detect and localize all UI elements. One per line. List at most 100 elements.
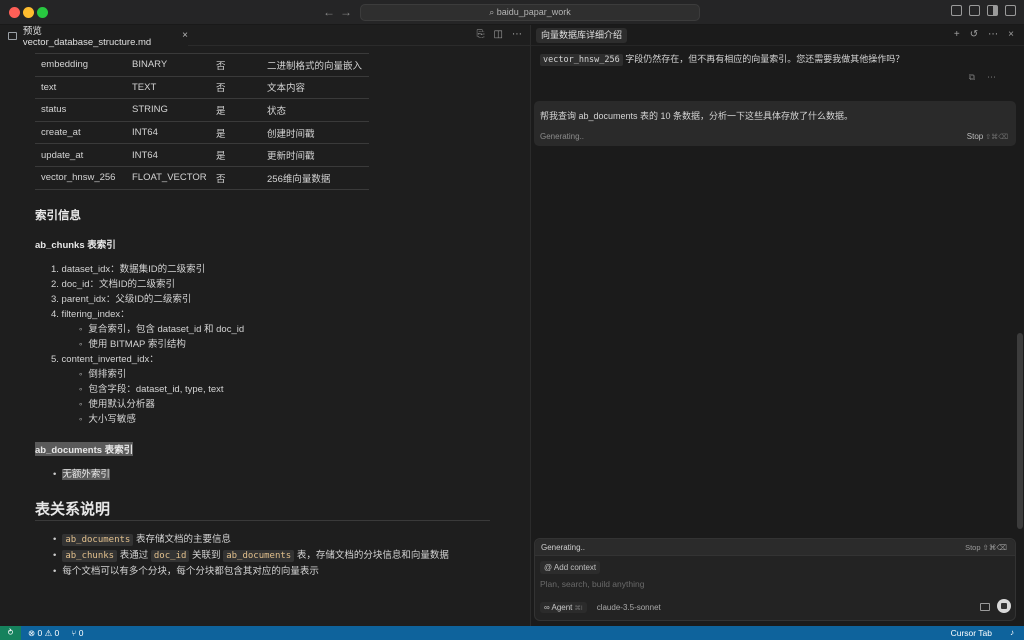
toggle-secondary-sidebar-icon[interactable] <box>987 5 998 16</box>
image-icon[interactable] <box>980 603 990 611</box>
user-message-card[interactable]: 帮我查询 ab_documents 表的 10 条数据，分析一下这些具体存放了什… <box>534 101 1016 146</box>
table-cell: INT64 <box>126 121 210 145</box>
heading-divider <box>35 520 490 521</box>
list-text: 关联到 <box>189 550 224 561</box>
table-cell: 否 <box>210 53 261 77</box>
inline-code: doc_id <box>150 550 190 562</box>
chat-composer: Generating.. Stop ⇧⌘⌫ @ Add context ∞ Ag… <box>534 538 1016 621</box>
user-query: 帮我查询 ab_documents 表的 10 条数据，分析一下这些具体存放了什… <box>540 111 854 121</box>
table-cell: 文本内容 <box>261 76 369 100</box>
list-text: 表存储文档的主要信息 <box>133 534 231 545</box>
inline-code: ab_documents <box>62 534 134 546</box>
close-icon[interactable]: × <box>1008 29 1014 40</box>
stop-shortcut: ⇧⌘⌫ <box>985 134 1008 141</box>
generating-status: Generating.. <box>540 132 585 141</box>
table-row: status STRING 是状态 <box>35 98 369 122</box>
list-item: ab_documents 表存储文档的主要信息 <box>53 531 231 546</box>
remote-indicator-icon[interactable]: ⥁ <box>0 626 21 640</box>
table-cell: BINARY <box>126 53 210 77</box>
agent-shortcut: ⌘I <box>574 605 583 612</box>
fields-table: embedding BINARY 否二进制格式的向量嵌入 text TEXT 否文本内容 s… <box>35 53 369 190</box>
table-row: update_at INT64 是更新时间戳 <box>35 143 369 167</box>
table-cell: 是 <box>210 98 261 122</box>
cursor-tab-status[interactable]: Cursor Tab <box>951 628 992 638</box>
agent-mode-select[interactable]: ∞ Agent ⌘I <box>540 602 587 613</box>
search-icon: ⌕ <box>489 7 497 17</box>
table-cell: 是 <box>210 121 261 145</box>
command-center-search[interactable]: ⌕ baidu_papar_work <box>360 4 700 21</box>
list-item: 1. dataset_idx：数据集ID的二级索引 <box>51 264 206 275</box>
table-cell: 二进制格式的向量嵌入 <box>261 53 369 77</box>
markdown-preview: embedding BINARY 否二进制格式的向量嵌入 text TEXT 否文本内容 s… <box>35 53 495 577</box>
table-cell: 否 <box>210 76 261 100</box>
close-tab-icon[interactable]: × <box>182 30 188 41</box>
table-row: vector_hnsw_256 FLOAT_VECTOR 否 256维向量数据 <box>35 166 369 190</box>
customize-layout-icon[interactable] <box>1005 5 1016 16</box>
list-item: 包含字段：dataset_id, type, text <box>79 381 223 395</box>
table-cell: 更新时间戳 <box>261 143 369 167</box>
list-item: 大小写敏感 <box>79 411 136 425</box>
tab-markdown-preview[interactable]: 预览 vector_database_structure.md × <box>0 25 188 48</box>
open-source-icon[interactable]: ⎘ <box>477 29 485 40</box>
more-icon[interactable]: ⋯ <box>988 29 998 40</box>
inline-code: ab_documents <box>223 550 295 562</box>
more-icon[interactable]: ⋯ <box>987 72 996 83</box>
model-select[interactable]: claude-3.5-sonnet <box>597 603 661 612</box>
forward-arrow-icon[interactable]: → <box>340 5 352 19</box>
new-chat-icon[interactable]: + <box>954 29 960 40</box>
table-cell: create_at <box>35 121 126 145</box>
table-cell: FLOAT_VECTOR <box>126 166 210 190</box>
status-bar: ⥁ ⊗ 0 ⚠ 0 ⑂ 0 Cursor Tab ♪ <box>0 626 1024 640</box>
maximize-window-button[interactable] <box>37 7 48 18</box>
generation-status-bar: Generating.. Stop ⇧⌘⌫ <box>535 539 1015 556</box>
history-icon[interactable]: ↺ <box>970 29 978 40</box>
list-item: 无额外索引 <box>53 466 110 480</box>
list-item: 使用 BITMAP 索引结构 <box>79 336 185 350</box>
agent-label: ∞ Agent <box>544 603 573 612</box>
list-item: 复合索引，包含 dataset_id 和 doc_id <box>79 321 244 335</box>
table-cell: TEXT <box>126 76 210 100</box>
ports-indicator[interactable]: ⑂ 0 <box>71 628 83 639</box>
chat-header: 向量数据库详细介绍 + ↺ ⋯ × <box>531 25 1024 46</box>
more-actions-icon[interactable]: ⋯ <box>512 29 522 40</box>
table-cell: update_at <box>35 143 126 167</box>
chat-input[interactable] <box>540 577 1010 591</box>
list-item: 使用默认分析器 <box>79 396 155 410</box>
list-item: 5. content_inverted_idx： <box>51 354 159 365</box>
table-cell: 否 <box>210 166 261 190</box>
add-context-button[interactable]: @ Add context <box>540 561 601 574</box>
status-left: ⊗ 0 ⚠ 0 ⑂ 0 <box>28 628 84 639</box>
editor-tab-bar: 预览 vector_database_structure.md × ⎘ ◫ ⋯ <box>0 25 530 48</box>
index-info-heading: 索引信息 <box>35 210 81 222</box>
toggle-panel-icon[interactable] <box>969 5 980 16</box>
selected-text: 无额外索引 <box>62 469 110 480</box>
table-row: create_at INT64 是创建时间戳 <box>35 121 369 145</box>
list-item: ab_chunks 表通过 doc_id 关联到 ab_documents 表，… <box>53 547 449 562</box>
chat-scrollbar[interactable] <box>1017 333 1023 529</box>
tab-label: 预览 vector_database_structure.md <box>22 26 152 48</box>
chat-tab[interactable]: 向量数据库详细介绍 <box>536 28 628 43</box>
composer-toolbar: ∞ Agent ⌘I claude-3.5-sonnet <box>540 602 661 613</box>
table-cell: INT64 <box>126 143 210 167</box>
back-arrow-icon[interactable]: ← <box>323 5 335 19</box>
workspace-name: baidu_papar_work <box>496 7 571 17</box>
stop-generation-icon[interactable] <box>997 599 1011 613</box>
message-actions: ⧉ ⋯ <box>969 72 996 83</box>
chat-actions: + ↺ ⋯ × <box>954 29 1014 40</box>
notifications-icon[interactable]: ♪ <box>1010 628 1014 637</box>
message-text: 字段仍然存在，但不再有相应的向量索引。您还需要我做其他操作吗？ <box>622 54 905 64</box>
minimize-window-button[interactable] <box>23 7 34 18</box>
stop-label: Stop <box>966 132 984 141</box>
close-window-button[interactable] <box>9 7 20 18</box>
inline-code: ab_chunks <box>62 550 118 562</box>
documents-index-heading: ab_documents 表索引 <box>35 442 134 456</box>
list-item: 倒排索引 <box>79 366 126 380</box>
stop-button[interactable]: Stop ⇧⌘⌫ <box>967 132 1008 141</box>
editor-pane: 预览 vector_database_structure.md × ⎘ ◫ ⋯ … <box>0 25 531 626</box>
problems-indicator[interactable]: ⊗ 0 ⚠ 0 <box>28 628 59 639</box>
stop-button[interactable]: Stop ⇧⌘⌫ <box>965 543 1007 552</box>
copy-icon[interactable]: ⧉ <box>969 72 975 83</box>
toggle-sidebar-icon[interactable] <box>951 5 962 16</box>
split-editor-icon[interactable]: ◫ <box>494 29 503 40</box>
generating-status: Generating.. <box>541 543 586 552</box>
